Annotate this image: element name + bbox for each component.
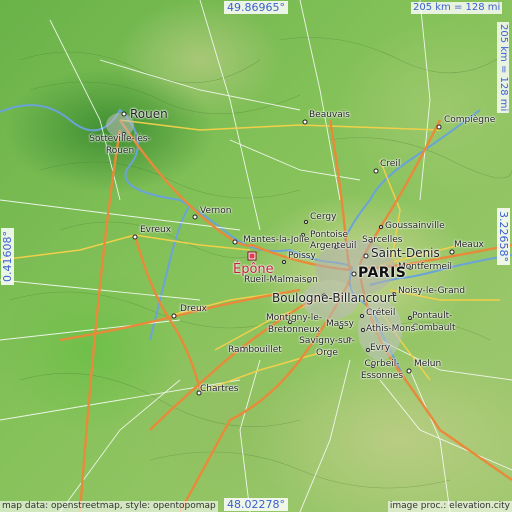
city-dot-athis (361, 328, 365, 332)
city-label-paris: PARIS (358, 265, 407, 281)
coord-right: 3.22658° (497, 208, 510, 265)
city-dot-rouen (121, 111, 127, 117)
city-dot-saint-denis (363, 253, 369, 259)
city-label-athis: Athis-Mons (366, 324, 416, 334)
location-marker[interactable] (247, 251, 257, 261)
city-label-creteil: Créteil (366, 308, 396, 318)
city-dot-paris (351, 271, 357, 277)
city-dot-cergy (304, 220, 308, 224)
city-label-dreux: Dreux (180, 304, 207, 314)
city-label-noisy: Noisy-le-Grand (398, 286, 466, 296)
city-dot-dreux (171, 313, 177, 319)
city-label-evry: Evry (370, 343, 391, 353)
city-label-argenteuil: Argenteuil (310, 241, 357, 251)
city-dot-meaux (449, 249, 455, 255)
city-label-corbeil: Corbeil-Essonnes (360, 359, 404, 381)
city-label-montigny: Montigny-le-Bretonneux (265, 313, 323, 335)
city-label-cergy: Cergy (310, 212, 337, 222)
city-label-rambouillet: Rambouillet (228, 345, 282, 355)
city-label-melun: Melun (414, 359, 442, 369)
city-label-poissy: Poissy (288, 251, 316, 261)
city-dot-compiegne (436, 124, 442, 130)
city-dot-creteil (360, 314, 364, 318)
credit-map-data: map data: openstreetmap, style: opentopo… (0, 501, 218, 512)
city-label-pontoise: Pontoise (310, 230, 349, 240)
coord-top: 49.86965° (224, 1, 288, 14)
city-label-vernon: Vernon (200, 206, 232, 216)
city-label-compiegne: Compiègne (444, 115, 496, 125)
city-dot-goussainville (379, 225, 383, 229)
city-label-rueil: Rueil-Malmaison (244, 275, 318, 285)
scale-horizontal: 205 km = 128 mi (411, 2, 503, 14)
a28-motorway (78, 129, 122, 512)
city-label-sarcelles: Sarcelles (362, 235, 403, 245)
topographic-map[interactable]: Épône Rouen Sotteville-lès-Rouen Beauvai… (0, 0, 512, 512)
city-dot-vernon (192, 214, 198, 220)
city-label-massy: Massy (326, 319, 354, 329)
city-dot-creil (373, 168, 379, 174)
city-label-savigny: Savigny-sur-Orge (299, 336, 355, 358)
city-label-pontault: Pontault-Combault (412, 311, 456, 333)
coord-left: 0.41608° (1, 228, 14, 285)
city-dot-poissy (282, 260, 286, 264)
city-label-saint-denis: Saint-Denis (371, 246, 440, 260)
city-label-rouen: Rouen (130, 107, 168, 121)
city-label-beauvais: Beauvais (309, 110, 350, 120)
city-dot-beauvais (302, 119, 308, 125)
credit-image-proc: image proc.: elevation.city (387, 501, 512, 512)
city-label-meaux: Meaux (454, 240, 484, 250)
city-dot-mantes (232, 239, 238, 245)
coord-bottom: 48.02278° (224, 498, 288, 511)
scale-vertical: 205 km = 128 mi (497, 22, 509, 114)
city-label-boulogne: Boulogne-Billancourt (272, 291, 397, 305)
city-dot-evreux (132, 234, 138, 240)
city-label-creil: Creil (380, 159, 401, 169)
city-label-chartres: Chartres (200, 384, 239, 394)
city-label-evreux: Evreux (140, 225, 172, 235)
city-label-sotteville: Sotteville-lès-Rouen (89, 134, 151, 156)
city-label-goussainville: Goussainville (385, 221, 445, 231)
city-label-mantes: Mantes-la-Jolie (243, 235, 310, 245)
